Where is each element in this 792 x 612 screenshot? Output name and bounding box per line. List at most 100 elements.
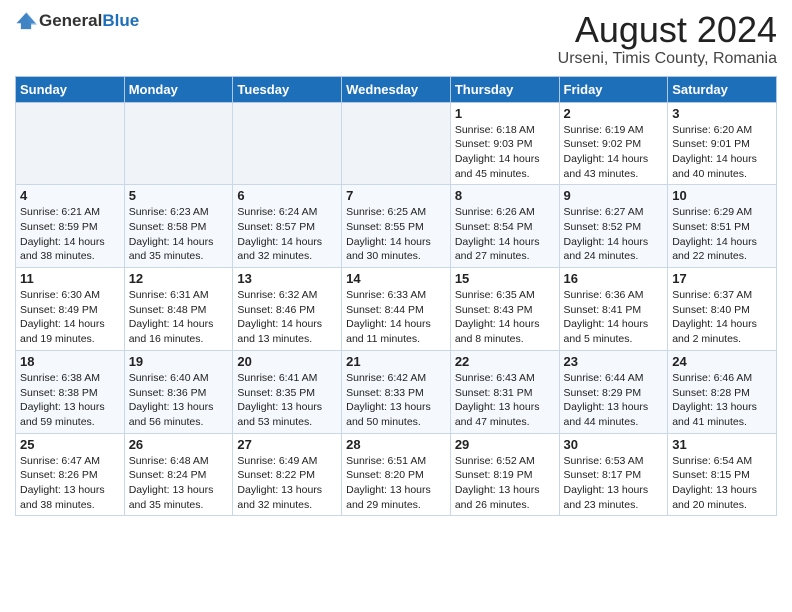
calendar-cell: 5 Sunrise: 6:23 AM Sunset: 8:58 PM Daylig… [124, 185, 233, 268]
day-number: 1 [455, 106, 555, 121]
week-row-3: 11 Sunrise: 6:30 AM Sunset: 8:49 PM Dayli… [16, 268, 777, 351]
day-info: Sunrise: 6:23 AM Sunset: 8:58 PM Dayligh… [129, 205, 229, 264]
weekday-header-sunday: Sunday [16, 76, 125, 102]
day-number: 8 [455, 188, 555, 203]
day-number: 15 [455, 271, 555, 286]
day-info: Sunrise: 6:32 AM Sunset: 8:46 PM Dayligh… [237, 288, 337, 347]
day-number: 7 [346, 188, 446, 203]
day-info: Sunrise: 6:49 AM Sunset: 8:22 PM Dayligh… [237, 454, 337, 513]
calendar-cell: 18 Sunrise: 6:38 AM Sunset: 8:38 PM Dayli… [16, 350, 125, 433]
calendar-table: SundayMondayTuesdayWednesdayThursdayFrid… [15, 76, 777, 517]
day-info: Sunrise: 6:25 AM Sunset: 8:55 PM Dayligh… [346, 205, 446, 264]
calendar-cell [233, 102, 342, 185]
calendar-cell: 25Sunrise: 6:47 AM Sunset: 8:26 PM Dayli… [16, 433, 125, 516]
calendar-cell [16, 102, 125, 185]
day-info: Sunrise: 6:53 AM Sunset: 8:17 PM Dayligh… [564, 454, 664, 513]
calendar-cell: 21Sunrise: 6:42 AM Sunset: 8:33 PM Dayli… [342, 350, 451, 433]
day-info: Sunrise: 6:41 AM Sunset: 8:35 PM Dayligh… [237, 371, 337, 430]
day-info: Sunrise: 6:54 AM Sunset: 8:15 PM Dayligh… [672, 454, 772, 513]
day-info: Sunrise: 6:27 AM Sunset: 8:52 PM Dayligh… [564, 205, 664, 264]
day-number: 10 [672, 188, 772, 203]
day-info: Sunrise: 6:42 AM Sunset: 8:33 PM Dayligh… [346, 371, 446, 430]
calendar-cell: 14Sunrise: 6:33 AM Sunset: 8:44 PM Dayli… [342, 268, 451, 351]
calendar-cell: 17 Sunrise: 6:37 AM Sunset: 8:40 PM Dayli… [668, 268, 777, 351]
day-info: Sunrise: 6:44 AM Sunset: 8:29 PM Dayligh… [564, 371, 664, 430]
calendar-cell: 7 Sunrise: 6:25 AM Sunset: 8:55 PM Daylig… [342, 185, 451, 268]
day-number: 23 [564, 354, 664, 369]
calendar-cell: 4 Sunrise: 6:21 AM Sunset: 8:59 PM Daylig… [16, 185, 125, 268]
calendar-cell: 6Sunrise: 6:24 AM Sunset: 8:57 PM Daylig… [233, 185, 342, 268]
day-number: 2 [564, 106, 664, 121]
calendar-cell: 22 Sunrise: 6:43 AM Sunset: 8:31 PM Dayli… [450, 350, 559, 433]
day-number: 20 [237, 354, 337, 369]
weekday-header-monday: Monday [124, 76, 233, 102]
logo-icon [15, 10, 37, 32]
weekday-header-tuesday: Tuesday [233, 76, 342, 102]
day-info: Sunrise: 6:40 AM Sunset: 8:36 PM Dayligh… [129, 371, 229, 430]
day-number: 29 [455, 437, 555, 452]
day-info: Sunrise: 6:35 AM Sunset: 8:43 PM Dayligh… [455, 288, 555, 347]
day-number: 16 [564, 271, 664, 286]
calendar-cell: 2 Sunrise: 6:19 AM Sunset: 9:02 PM Daylig… [559, 102, 668, 185]
calendar-cell: 28 Sunrise: 6:51 AM Sunset: 8:20 PM Dayli… [342, 433, 451, 516]
day-info: Sunrise: 6:30 AM Sunset: 8:49 PM Dayligh… [20, 288, 120, 347]
day-number: 13 [237, 271, 337, 286]
calendar-cell: 26Sunrise: 6:48 AM Sunset: 8:24 PM Dayli… [124, 433, 233, 516]
day-number: 4 [20, 188, 120, 203]
day-number: 12 [129, 271, 229, 286]
calendar-cell: 27 Sunrise: 6:49 AM Sunset: 8:22 PM Dayli… [233, 433, 342, 516]
day-info: Sunrise: 6:31 AM Sunset: 8:48 PM Dayligh… [129, 288, 229, 347]
day-number: 30 [564, 437, 664, 452]
calendar-cell: 12 Sunrise: 6:31 AM Sunset: 8:48 PM Dayli… [124, 268, 233, 351]
weekday-header-thursday: Thursday [450, 76, 559, 102]
day-number: 11 [20, 271, 120, 286]
calendar-cell: 15 Sunrise: 6:35 AM Sunset: 8:43 PM Dayli… [450, 268, 559, 351]
day-number: 9 [564, 188, 664, 203]
day-number: 26 [129, 437, 229, 452]
day-number: 28 [346, 437, 446, 452]
weekday-header-friday: Friday [559, 76, 668, 102]
calendar-cell: 19 Sunrise: 6:40 AM Sunset: 8:36 PM Dayli… [124, 350, 233, 433]
location: Urseni, Timis County, Romania [558, 50, 777, 68]
day-number: 22 [455, 354, 555, 369]
day-info: Sunrise: 6:51 AM Sunset: 8:20 PM Dayligh… [346, 454, 446, 513]
calendar-cell: 31Sunrise: 6:54 AM Sunset: 8:15 PM Dayli… [668, 433, 777, 516]
month-title: August 2024 [558, 10, 777, 50]
day-info: Sunrise: 6:24 AM Sunset: 8:57 PM Dayligh… [237, 205, 337, 264]
day-number: 24 [672, 354, 772, 369]
day-info: Sunrise: 6:46 AM Sunset: 8:28 PM Dayligh… [672, 371, 772, 430]
day-number: 5 [129, 188, 229, 203]
day-info: Sunrise: 6:43 AM Sunset: 8:31 PM Dayligh… [455, 371, 555, 430]
day-info: Sunrise: 6:20 AM Sunset: 9:01 PM Dayligh… [672, 123, 772, 182]
week-row-4: 18 Sunrise: 6:38 AM Sunset: 8:38 PM Dayli… [16, 350, 777, 433]
week-row-2: 4 Sunrise: 6:21 AM Sunset: 8:59 PM Daylig… [16, 185, 777, 268]
day-number: 19 [129, 354, 229, 369]
calendar-cell: 13 Sunrise: 6:32 AM Sunset: 8:46 PM Dayli… [233, 268, 342, 351]
calendar-cell: 20 Sunrise: 6:41 AM Sunset: 8:35 PM Dayli… [233, 350, 342, 433]
calendar-cell: 3 Sunrise: 6:20 AM Sunset: 9:01 PM Daylig… [668, 102, 777, 185]
calendar-cell: 16 Sunrise: 6:36 AM Sunset: 8:41 PM Dayli… [559, 268, 668, 351]
day-info: Sunrise: 6:38 AM Sunset: 8:38 PM Dayligh… [20, 371, 120, 430]
day-info: Sunrise: 6:18 AM Sunset: 9:03 PM Dayligh… [455, 123, 555, 182]
day-info: Sunrise: 6:52 AM Sunset: 8:19 PM Dayligh… [455, 454, 555, 513]
day-number: 27 [237, 437, 337, 452]
day-info: Sunrise: 6:29 AM Sunset: 8:51 PM Dayligh… [672, 205, 772, 264]
logo: General Blue [15, 10, 139, 32]
calendar-cell: 24 Sunrise: 6:46 AM Sunset: 8:28 PM Dayli… [668, 350, 777, 433]
day-info: Sunrise: 6:21 AM Sunset: 8:59 PM Dayligh… [20, 205, 120, 264]
day-info: Sunrise: 6:37 AM Sunset: 8:40 PM Dayligh… [672, 288, 772, 347]
calendar-cell [124, 102, 233, 185]
calendar-cell: 29 Sunrise: 6:52 AM Sunset: 8:19 PM Dayli… [450, 433, 559, 516]
page-header: General Blue August 2024 Urseni, Timis C… [15, 10, 777, 68]
logo-general: General [39, 11, 102, 31]
day-info: Sunrise: 6:19 AM Sunset: 9:02 PM Dayligh… [564, 123, 664, 182]
day-number: 17 [672, 271, 772, 286]
day-number: 3 [672, 106, 772, 121]
calendar-cell: 30 Sunrise: 6:53 AM Sunset: 8:17 PM Dayli… [559, 433, 668, 516]
week-row-1: 1 Sunrise: 6:18 AM Sunset: 9:03 PM Daylig… [16, 102, 777, 185]
day-number: 18 [20, 354, 120, 369]
title-block: August 2024 Urseni, Timis County, Romani… [558, 10, 777, 68]
logo-blue: Blue [102, 11, 139, 31]
calendar-cell: 9 Sunrise: 6:27 AM Sunset: 8:52 PM Daylig… [559, 185, 668, 268]
day-info: Sunrise: 6:36 AM Sunset: 8:41 PM Dayligh… [564, 288, 664, 347]
